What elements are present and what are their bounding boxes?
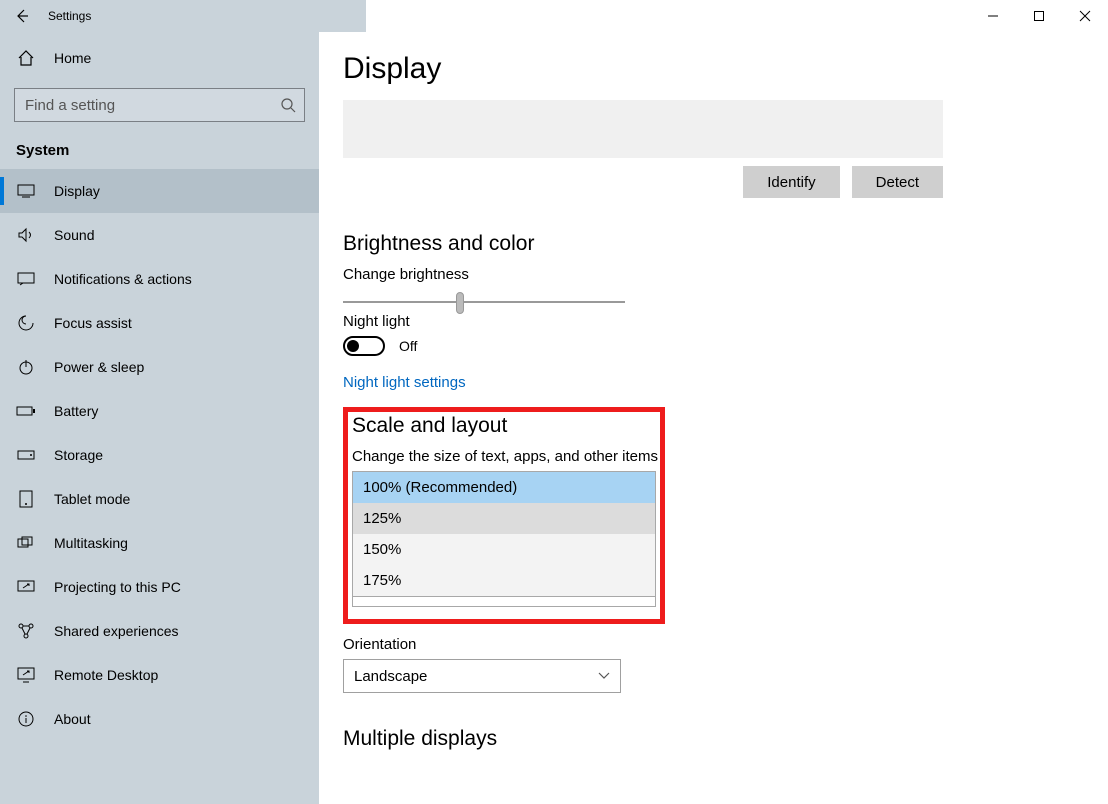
toggle-knob bbox=[347, 340, 359, 352]
scale-label: Change the size of text, apps, and other… bbox=[352, 448, 660, 465]
multitasking-icon bbox=[16, 533, 36, 553]
sidebar-item-tablet-mode[interactable]: Tablet mode bbox=[0, 477, 319, 521]
close-icon bbox=[1079, 10, 1091, 22]
sidebar-item-notifications[interactable]: Notifications & actions bbox=[0, 257, 319, 301]
sidebar-item-focus-assist[interactable]: Focus assist bbox=[0, 301, 319, 345]
sidebar-item-battery[interactable]: Battery bbox=[0, 389, 319, 433]
scale-dropdown-open[interactable]: 100% (Recommended) 125% 150% 175% bbox=[352, 471, 656, 597]
identify-button[interactable]: Identify bbox=[743, 166, 839, 198]
window-title: Settings bbox=[44, 9, 91, 23]
multiple-displays-heading: Multiple displays bbox=[343, 727, 1108, 751]
sidebar-item-label: Projecting to this PC bbox=[54, 579, 181, 595]
search-icon bbox=[280, 97, 296, 113]
sidebar-item-storage[interactable]: Storage bbox=[0, 433, 319, 477]
orientation-label: Orientation bbox=[343, 636, 1108, 653]
nightlight-toggle[interactable] bbox=[343, 336, 385, 356]
scale-option-150[interactable]: 150% bbox=[353, 534, 655, 565]
sidebar-item-display[interactable]: Display bbox=[0, 169, 319, 213]
maximize-icon bbox=[1033, 10, 1045, 22]
detect-button[interactable]: Detect bbox=[852, 166, 943, 198]
display-icon bbox=[16, 181, 36, 201]
battery-icon bbox=[16, 401, 36, 421]
back-arrow-icon bbox=[14, 8, 30, 24]
orientation-value: Landscape bbox=[354, 668, 427, 685]
sidebar-section-label: System bbox=[0, 136, 319, 169]
sidebar-item-label: Display bbox=[54, 183, 100, 199]
focus-assist-icon bbox=[16, 313, 36, 333]
search-input[interactable] bbox=[23, 96, 280, 115]
sidebar-item-label: Shared experiences bbox=[54, 623, 179, 639]
shared-icon bbox=[16, 621, 36, 641]
close-button[interactable] bbox=[1062, 0, 1108, 32]
brightness-label: Change brightness bbox=[343, 266, 1108, 283]
sidebar-item-multitasking[interactable]: Multitasking bbox=[0, 521, 319, 565]
sidebar-item-sound[interactable]: Sound bbox=[0, 213, 319, 257]
minimize-button[interactable] bbox=[970, 0, 1016, 32]
scale-heading: Scale and layout bbox=[352, 414, 660, 438]
sidebar-item-label: Remote Desktop bbox=[54, 667, 158, 683]
display-arrangement-area[interactable] bbox=[343, 100, 943, 158]
sidebar-item-about[interactable]: About bbox=[0, 697, 319, 741]
tablet-icon bbox=[16, 489, 36, 509]
nightlight-label: Night light bbox=[343, 313, 1108, 330]
main-content: Display Identify Detect Brightness and c… bbox=[319, 32, 1108, 804]
sidebar: Home System Display Sound Notifications … bbox=[0, 32, 319, 804]
about-icon bbox=[16, 709, 36, 729]
sidebar-item-label: Notifications & actions bbox=[54, 271, 192, 287]
scale-dropdown-footer bbox=[352, 597, 656, 607]
sidebar-item-label: Focus assist bbox=[54, 315, 132, 331]
remote-desktop-icon bbox=[16, 665, 36, 685]
sidebar-item-label: Multitasking bbox=[54, 535, 128, 551]
scale-layout-highlight: Scale and layout Change the size of text… bbox=[343, 407, 665, 624]
sidebar-item-label: Power & sleep bbox=[54, 359, 144, 375]
sidebar-home[interactable]: Home bbox=[0, 36, 319, 80]
page-title: Display bbox=[343, 52, 1108, 86]
sound-icon bbox=[16, 225, 36, 245]
power-icon bbox=[16, 357, 36, 377]
sidebar-item-projecting[interactable]: Projecting to this PC bbox=[0, 565, 319, 609]
sidebar-item-label: Storage bbox=[54, 447, 103, 463]
nightlight-settings-link[interactable]: Night light settings bbox=[343, 374, 466, 391]
brightness-slider-thumb[interactable] bbox=[456, 292, 464, 314]
sidebar-home-label: Home bbox=[54, 50, 91, 66]
sidebar-item-remote-desktop[interactable]: Remote Desktop bbox=[0, 653, 319, 697]
notifications-icon bbox=[16, 269, 36, 289]
scale-option-175[interactable]: 175% bbox=[353, 565, 655, 596]
scale-option-100[interactable]: 100% (Recommended) bbox=[353, 472, 655, 503]
nightlight-state: Off bbox=[399, 338, 417, 354]
brightness-slider[interactable] bbox=[343, 301, 625, 303]
brightness-heading: Brightness and color bbox=[343, 232, 1108, 256]
sidebar-item-power-sleep[interactable]: Power & sleep bbox=[0, 345, 319, 389]
sidebar-item-label: Sound bbox=[54, 227, 94, 243]
sidebar-item-label: About bbox=[54, 711, 91, 727]
back-button[interactable] bbox=[0, 0, 44, 32]
titlebar: Settings bbox=[0, 0, 1108, 32]
projecting-icon bbox=[16, 577, 36, 597]
scale-option-125[interactable]: 125% bbox=[353, 503, 655, 534]
sidebar-item-label: Tablet mode bbox=[54, 491, 130, 507]
minimize-icon bbox=[987, 10, 999, 22]
maximize-button[interactable] bbox=[1016, 0, 1062, 32]
chevron-down-icon bbox=[598, 672, 610, 680]
orientation-dropdown[interactable]: Landscape bbox=[343, 659, 621, 693]
home-icon bbox=[16, 48, 36, 68]
sidebar-item-label: Battery bbox=[54, 403, 98, 419]
search-input-container[interactable] bbox=[14, 88, 305, 122]
sidebar-item-shared-experiences[interactable]: Shared experiences bbox=[0, 609, 319, 653]
storage-icon bbox=[16, 445, 36, 465]
